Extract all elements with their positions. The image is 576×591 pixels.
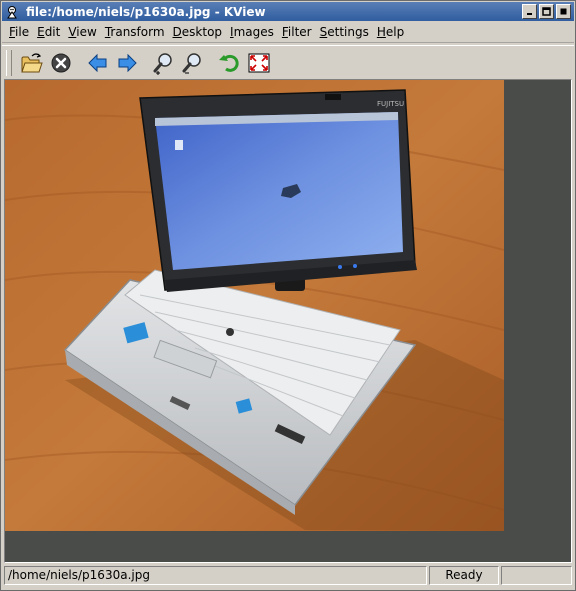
window-title: file:/home/niels/p1630a.jpg - KView [26,4,266,19]
laptop-brand-text: FUJITSU [377,100,404,108]
title-bar[interactable]: file:/home/niels/p1630a.jpg - KView [2,2,574,21]
menu-bar: File Edit View Transform Desktop Images … [2,22,574,43]
zoom-out-button[interactable] [179,49,207,77]
stop-icon [51,53,71,72]
menu-desktop[interactable]: Desktop [169,23,227,42]
status-message: Ready [429,566,499,585]
menu-view[interactable]: View [64,23,100,42]
maximize-icon [542,7,551,16]
open-folder-icon [21,52,43,72]
back-arrow-icon [88,53,107,72]
menu-settings[interactable]: Settings [316,23,373,42]
minimize-button[interactable] [522,4,537,19]
close-icon [560,8,567,15]
maximize-button[interactable] [539,4,554,19]
status-bar: /home/niels/p1630a.jpg Ready [4,566,572,586]
forward-arrow-icon [118,53,137,72]
open-button[interactable] [18,49,46,77]
forward-button[interactable] [113,49,141,77]
kview-app-icon[interactable] [4,4,20,20]
menu-transform[interactable]: Transform [101,23,169,42]
zoom-in-button[interactable] [150,49,178,77]
zoom-in-icon [153,52,172,75]
back-button[interactable] [84,49,112,77]
menu-file[interactable]: File [5,23,33,42]
fullscreen-button[interactable] [245,49,273,77]
toolbar [2,45,574,79]
menu-help[interactable]: Help [373,23,408,42]
status-file-path: /home/niels/p1630a.jpg [4,566,427,585]
fullscreen-icon [248,53,270,72]
menu-filter[interactable]: Filter [278,23,316,42]
zoom-out-icon [182,52,201,73]
stop-button[interactable] [47,49,75,77]
rotate-icon [219,54,239,72]
kview-window: file:/home/niels/p1630a.jpg - KView File… [0,0,576,591]
rotate-button[interactable] [216,49,244,77]
status-extra [501,566,572,585]
image-viewport[interactable]: FUJITSU [4,79,572,563]
menu-edit[interactable]: Edit [33,23,64,42]
close-button[interactable] [556,4,571,19]
minimize-icon [527,13,532,15]
menu-images[interactable]: Images [226,23,278,42]
toolbar-handle[interactable] [6,49,12,76]
photo-laptop: FUJITSU [5,80,504,531]
